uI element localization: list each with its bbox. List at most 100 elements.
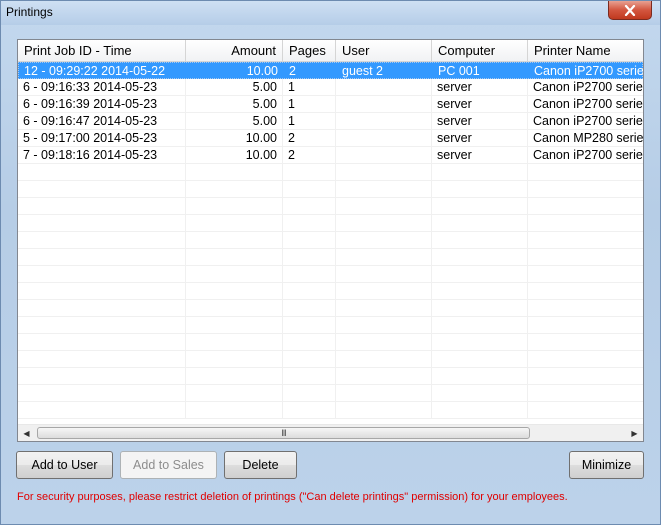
column-header-user[interactable]: User (336, 40, 432, 62)
cell-user (336, 147, 432, 163)
table-row[interactable]: 5 - 09:17:00 2014-05-23 10.00 2 server Canon… (18, 130, 643, 147)
empty-cell (283, 198, 336, 214)
empty-cell (18, 164, 186, 180)
column-header-printer-name[interactable]: Printer Name (528, 40, 643, 62)
column-header-pages[interactable]: Pages (283, 40, 336, 62)
empty-cell (186, 317, 283, 333)
empty-cell (186, 300, 283, 316)
empty-cell (18, 198, 186, 214)
column-header-id-time[interactable]: Print Job ID - Time (18, 40, 186, 62)
empty-cell (18, 232, 186, 248)
empty-cell (528, 232, 643, 248)
empty-cell (186, 334, 283, 350)
empty-cell (18, 385, 186, 401)
empty-row (18, 266, 643, 283)
column-header-computer[interactable]: Computer (432, 40, 528, 62)
empty-cell (18, 317, 186, 333)
cell-printer-name: Canon iP2700 series (534, 64, 644, 78)
cell-pages: 1 (283, 96, 336, 112)
empty-cell (336, 181, 432, 197)
empty-row (18, 215, 643, 232)
empty-cell (432, 300, 528, 316)
empty-row (18, 198, 643, 215)
cell-amount: 5.00 (186, 79, 283, 95)
column-header-amount[interactable]: Amount (186, 40, 283, 62)
empty-cell (18, 402, 186, 418)
empty-cell (186, 368, 283, 384)
cell-computer: server (432, 96, 528, 112)
empty-cell (528, 181, 643, 197)
cell-id-time: 6 - 09:16:47 2014-05-23 (18, 113, 186, 129)
minimize-button[interactable]: Minimize (569, 451, 644, 479)
empty-cell (18, 351, 186, 367)
printings-list[interactable]: Print Job ID - Time Amount Pages User Comput… (17, 39, 644, 442)
title-bar[interactable]: Printings (1, 1, 660, 25)
scroll-right-arrow-icon[interactable]: ▶ (626, 425, 643, 441)
empty-cell (336, 368, 432, 384)
empty-cell (336, 215, 432, 231)
cell-printer-name: Canon iP2700 series (528, 147, 643, 163)
empty-cell (432, 385, 528, 401)
empty-cell (283, 317, 336, 333)
scroll-left-arrow-icon[interactable]: ◀ (18, 425, 35, 441)
scrollbar-thumb[interactable]: III (37, 427, 530, 439)
empty-cell (186, 198, 283, 214)
empty-cell (336, 334, 432, 350)
cell-user (336, 113, 432, 129)
empty-cell (186, 249, 283, 265)
cell-amount: 10.00 (246, 64, 278, 78)
horizontal-scrollbar[interactable]: ◀ III ▶ (18, 424, 643, 441)
empty-cell (432, 232, 528, 248)
empty-cell (528, 164, 643, 180)
empty-cell (336, 266, 432, 282)
cell-printer-name: Canon iP2700 series (528, 79, 643, 95)
cell-user (336, 79, 432, 95)
empty-cell (186, 283, 283, 299)
empty-cell (432, 317, 528, 333)
cell-computer: server (432, 79, 528, 95)
add-to-sales-button[interactable]: Add to Sales (120, 451, 217, 479)
empty-row (18, 283, 643, 300)
empty-cell (186, 181, 283, 197)
empty-cell (528, 198, 643, 214)
empty-cell (336, 164, 432, 180)
cell-computer: server (432, 130, 528, 146)
table-row[interactable]: 6 - 09:16:39 2014-05-23 5.00 1 server Canon … (18, 96, 643, 113)
empty-row (18, 334, 643, 351)
list-header: Print Job ID - Time Amount Pages User Comput… (18, 40, 643, 62)
empty-cell (18, 266, 186, 282)
empty-cell (283, 385, 336, 401)
empty-cell (186, 351, 283, 367)
cell-printer-name: Canon iP2700 series (528, 96, 643, 112)
table-row[interactable]: 12 - 09:29:22 2014-05-22 10.00 2 guest 2 PC … (18, 62, 643, 79)
delete-button[interactable]: Delete (224, 451, 297, 479)
close-button[interactable] (608, 1, 652, 20)
cell-user: guest 2 (342, 64, 384, 78)
empty-row (18, 232, 643, 249)
empty-cell (432, 198, 528, 214)
cell-id-time: 12 - 09:29:22 2014-05-22 (24, 64, 166, 78)
table-row[interactable]: 6 - 09:16:33 2014-05-23 5.00 1 server Canon … (18, 79, 643, 96)
empty-cell (432, 266, 528, 282)
cell-id-time: 7 - 09:18:16 2014-05-23 (18, 147, 186, 163)
cell-printer-name: Canon iP2700 series (528, 113, 643, 129)
empty-cell (283, 283, 336, 299)
empty-cell (283, 402, 336, 418)
empty-cell (283, 334, 336, 350)
empty-cell (18, 300, 186, 316)
empty-cell (283, 215, 336, 231)
cell-user (336, 96, 432, 112)
empty-cell (186, 385, 283, 401)
empty-cell (432, 334, 528, 350)
table-row[interactable]: 6 - 09:16:47 2014-05-23 5.00 1 server Canon … (18, 113, 643, 130)
table-row[interactable]: 7 - 09:18:16 2014-05-23 10.00 2 server Canon… (18, 147, 643, 164)
cell-id-time: 6 - 09:16:33 2014-05-23 (18, 79, 186, 95)
add-to-user-button[interactable]: Add to User (16, 451, 113, 479)
empty-cell (186, 232, 283, 248)
empty-row (18, 181, 643, 198)
empty-row (18, 385, 643, 402)
cell-computer: PC 001 (438, 64, 480, 78)
grip-icon: III (281, 427, 286, 438)
empty-cell (336, 232, 432, 248)
cell-pages: 2 (283, 130, 336, 146)
